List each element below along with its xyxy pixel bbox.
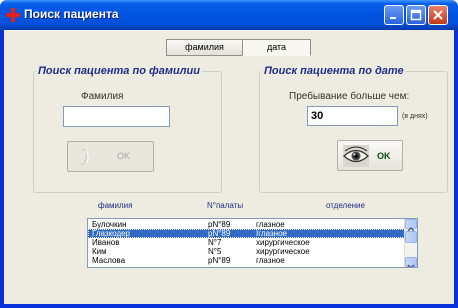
surname-search-legend: Поиск пациента по фамилии [38,65,200,77]
date-search-group: Поиск пациента по дате Пребывание больше… [259,65,448,193]
days-unit-label: (в днях) [402,113,428,120]
patient-ward: N°5 [208,247,222,256]
list-item[interactable]: Иванов N°7 хирургическое [88,238,405,247]
surname-input[interactable] [63,106,170,127]
window-client-area: фамилия дата Поиск пациента по фамилии Ф… [4,30,454,304]
days-input[interactable]: 30 [307,106,398,126]
patient-list[interactable]: Булочкин pN°89 глазное Глазкодер pN°89 I… [87,218,418,268]
scroll-down-arrow-icon[interactable] [405,257,417,267]
surname-search-group: Поиск пациента по фамилии Фамилия OK [33,65,222,193]
date-search-legend: Поиск пациента по дате [264,65,404,77]
surname-ok-button[interactable]: OK [67,141,154,172]
patient-department: хирургическое [256,238,310,247]
date-ok-button[interactable]: OK [337,140,403,171]
patient-surname: Иванов [92,238,120,247]
list-scrollbar[interactable] [404,219,417,267]
column-header-department: отделение [326,201,365,210]
patient-ward: pN°89 [208,256,231,265]
surname-label: Фамилия [81,91,124,102]
window-title: Поиск пациента [24,7,119,21]
red-cross-icon [5,7,21,23]
patient-surname: Маслова [92,256,126,265]
patient-ward: pN°89 [208,229,231,238]
patient-department: Iглазное [256,229,287,238]
scroll-up-arrow-icon[interactable] [405,219,417,232]
patient-surname: Ким [92,247,107,256]
title-bar[interactable]: Поиск пациента [0,0,458,30]
patient-surname: Глазкодер [92,229,131,238]
column-header-ward: N°палаты [207,201,244,210]
patient-department: глазное [256,256,285,265]
tab-date[interactable]: дата [242,39,311,56]
maximize-button[interactable] [406,5,426,25]
scroll-thumb[interactable] [405,231,417,243]
patient-surname: Булочкин [92,220,127,229]
patient-ward: N°7 [208,238,222,247]
list-item-selected[interactable]: Глазкодер pN°89 Iглазное [88,229,405,238]
list-item[interactable]: Маслова pN°89 глазное [88,256,405,265]
list-item[interactable]: Ким N°5 хирургическое [88,247,405,256]
list-item[interactable]: Булочкин pN°89 глазное [88,220,405,229]
days-input-value: 30 [311,110,324,122]
eye-icon [343,145,369,172]
date-ok-label: OK [377,151,391,161]
search-patient-window: Поиск пациента фамилия дата Поиск пациен… [0,0,458,308]
patient-department: глазное [256,220,285,229]
minimize-button[interactable] [384,5,404,25]
surname-ok-label: OK [117,151,131,161]
close-button[interactable] [428,5,448,25]
stay-duration-label: Пребывание больше чем: [289,91,410,102]
tab-surname[interactable]: фамилия [166,39,243,56]
column-header-surname: фамилия [98,201,133,210]
patient-department: хирургическое [256,247,310,256]
patient-ward: pN°89 [208,220,231,229]
ok-button-glyph-icon [78,147,92,172]
